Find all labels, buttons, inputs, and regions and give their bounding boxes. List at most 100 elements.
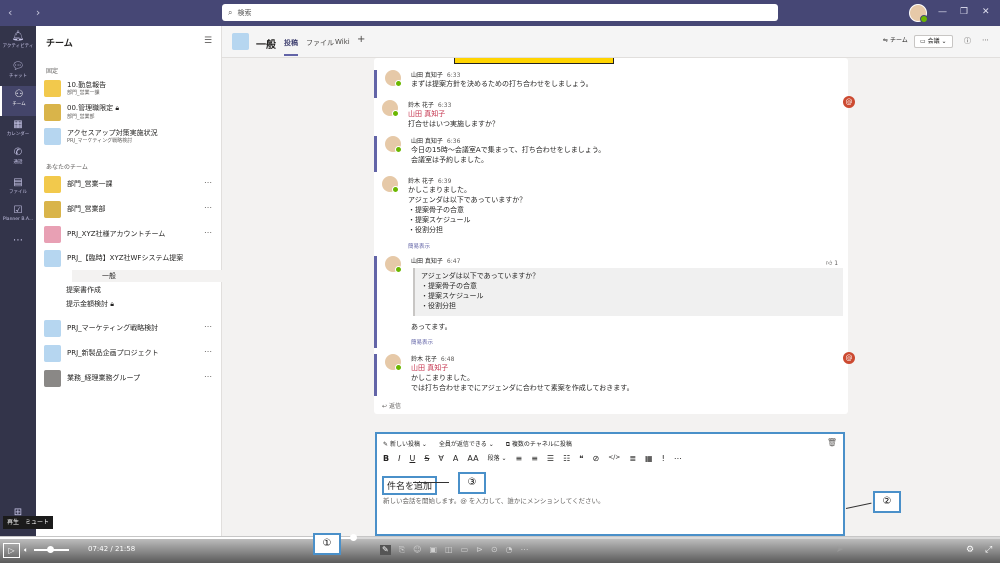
message: 鈴木 花子 6:48 山田 真知子 かしこまりました。 では打ち合わせまでにアジェ…	[374, 354, 848, 396]
mention[interactable]: 山田 真知子	[411, 363, 448, 373]
add-tab-icon[interactable]: +	[357, 34, 365, 45]
more-icon[interactable]: ⋯	[982, 36, 989, 44]
meet-now-icon[interactable]: ▭	[461, 545, 469, 555]
subject-input[interactable]: 件名を追加	[382, 476, 438, 495]
font-color-button[interactable]: A	[453, 454, 458, 464]
channel-proposal[interactable]: 提案書作成	[66, 284, 101, 296]
tab-posts[interactable]: 投稿	[284, 38, 298, 56]
team-item[interactable]: PRJ_XYZ社様アカウントチーム ⋯	[44, 222, 220, 246]
restore-icon[interactable]: ❐	[960, 7, 968, 17]
show-less-link[interactable]: 簡易表示	[408, 242, 430, 250]
pinned-channel[interactable]: 00.管理職限定 🔒︎ 部門_営業部	[44, 100, 220, 124]
quote-button[interactable]: ❝	[579, 454, 583, 464]
info-icon[interactable]: ⓘ	[964, 36, 971, 46]
team-item[interactable]: 部門_営業一課 ⋯	[44, 172, 220, 196]
rule-button[interactable]: ≣	[629, 454, 636, 464]
fullscreen-icon[interactable]: ⤢	[985, 545, 992, 555]
underline-button[interactable]: U	[409, 454, 415, 464]
link-button[interactable]: ⊘	[593, 454, 600, 464]
praise-icon[interactable]: ⊳	[476, 545, 483, 555]
more-options-icon[interactable]: ⋯	[204, 203, 212, 212]
italic-button[interactable]: I	[398, 454, 400, 464]
profile-avatar[interactable]	[909, 4, 928, 23]
gif-icon[interactable]: ▣	[429, 545, 437, 555]
message-input[interactable]: 新しい会話を開始します。@ を入力して、誰かにメンションしてください。	[383, 495, 605, 505]
rail-calendar[interactable]: ▦ カレンダー	[0, 116, 36, 146]
rail-more[interactable]: ⋯	[0, 232, 36, 262]
more-options-icon[interactable]: ⋯	[204, 322, 212, 331]
numbered-list-button[interactable]: ☷	[563, 454, 570, 464]
minimize-icon[interactable]: —	[938, 7, 947, 17]
settings-icon[interactable]: ⚙	[966, 545, 974, 555]
rail-teams[interactable]: ⚇ チーム	[0, 86, 36, 116]
tab-files[interactable]: ファイル	[306, 38, 334, 48]
bold-button[interactable]: B	[383, 454, 389, 464]
nav-arrows[interactable]: ‹ ›	[8, 6, 50, 19]
approvals-icon[interactable]: ◔	[506, 545, 513, 555]
channel-general[interactable]: 一般	[72, 270, 258, 282]
reply-setting-select[interactable]: 全員が返信できる ⌄	[439, 439, 494, 449]
table-button[interactable]: ▦	[645, 454, 653, 464]
tab-wiki[interactable]: Wiki	[335, 38, 350, 46]
outdent-button[interactable]: ≡	[515, 454, 522, 464]
rail-calls[interactable]: ✆ 通話	[0, 144, 36, 174]
rail-files[interactable]: ▤ ファイル	[0, 174, 36, 204]
more-apps-icon[interactable]: ⋯	[521, 545, 529, 555]
pinned-channel[interactable]: 10.勤怠報告 部門_営業一課	[44, 76, 220, 100]
filter-icon[interactable]: ☰	[204, 36, 212, 46]
attach-icon[interactable]: ⎘	[399, 545, 405, 555]
team-item[interactable]: PRJ_【臨時】XYZ社WFシステム提案	[44, 246, 220, 270]
trash-icon[interactable]: 🗑︎	[827, 438, 837, 447]
format-toolbar: B I U S ∀ A AA 段落 ⌄ ≡ ≡ ☰ ☷ ❝ ⊘ </> ≣ ▦ …	[383, 454, 838, 464]
lock-icon: 🔒︎	[115, 104, 120, 112]
multi-channel-button[interactable]: ⧉ 複数のチャネルに投稿	[506, 439, 572, 449]
edit-icon: ✎	[383, 441, 390, 448]
team-button[interactable]: ⇋ チーム	[878, 35, 913, 48]
channel-pricing[interactable]: 提示金額検討 🔒︎	[66, 298, 114, 310]
font-size-button[interactable]: AA	[467, 454, 478, 464]
stream-icon[interactable]: ⊙	[491, 545, 498, 555]
strike-button[interactable]: S	[424, 454, 429, 464]
callout-2: ②	[873, 491, 901, 513]
format-icon[interactable]: ✎	[380, 545, 391, 555]
rail-planner[interactable]: ☑ Planner B.A...	[0, 202, 36, 232]
more-options-icon[interactable]: ⋯	[204, 178, 212, 187]
search-box[interactable]: ⌕ 検索	[222, 4, 778, 21]
close-icon[interactable]: ✕	[982, 7, 990, 17]
highlight-button[interactable]: ∀	[438, 454, 443, 464]
send-icon[interactable]: ➤	[836, 545, 844, 555]
message-feed: 山田 真知子 6:33 まずは提案方針を決めるための打ち合わせをしましょう。 鈴木…	[374, 58, 848, 414]
volume-icon[interactable]: 🔈︎	[24, 546, 28, 555]
volume-handle[interactable]	[47, 546, 54, 553]
more-options-icon[interactable]: ⋯	[204, 372, 212, 381]
progress-handle[interactable]	[350, 534, 357, 541]
show-less-link[interactable]: 簡易表示	[411, 338, 433, 346]
bullet-list-button[interactable]: ☰	[547, 454, 554, 464]
emoji-icon[interactable]: ☺	[413, 545, 421, 555]
mention[interactable]: 山田 真知子	[408, 109, 445, 119]
like-reaction[interactable]: 👍︎ 1	[826, 259, 838, 267]
more-options-icon[interactable]: ⋯	[204, 228, 212, 237]
team-item[interactable]: 部門_営業部 ⋯	[44, 197, 220, 221]
post-type-select[interactable]: ✎ 新しい投稿 ⌄	[383, 439, 427, 449]
rail-activity[interactable]: 🔔︎ アクティビティ	[0, 28, 36, 58]
more-options-icon[interactable]: ⋯	[204, 347, 212, 356]
meet-button[interactable]: ▭ 会議 ⌄	[914, 35, 953, 48]
play-icon[interactable]: ▷	[3, 543, 20, 558]
pinned-channel[interactable]: アクセスアップ対策実施状況 PRJ_マーケティング戦略検討	[44, 124, 220, 148]
rail-chat[interactable]: 💬︎ チャット	[0, 58, 36, 88]
sticker-icon[interactable]: ◫	[445, 545, 453, 555]
more-format-button[interactable]: ⋯	[674, 454, 682, 464]
important-button[interactable]: !	[662, 454, 665, 464]
pinned-label: 固定	[46, 68, 59, 75]
paragraph-select[interactable]: 段落 ⌄	[488, 454, 507, 464]
code-button[interactable]: </>	[608, 454, 620, 464]
avatar	[382, 100, 399, 117]
indent-button[interactable]: ≡	[531, 454, 538, 464]
reply-button[interactable]: ↩ 返信	[382, 401, 401, 410]
team-item[interactable]: 業務_経理業務グループ ⋯	[44, 366, 220, 390]
team-logo	[44, 344, 61, 362]
team-item[interactable]: PRJ_新製品企画プロジェクト ⋯	[44, 341, 220, 365]
app-rail: 🔔︎ アクティビティ 💬︎ チャット ⚇ チーム ▦ カレンダー ✆ 通話 ▤ ファイル ☑…	[0, 26, 36, 563]
team-item[interactable]: PRJ_マーケティング戦略検討 ⋯	[44, 316, 220, 340]
